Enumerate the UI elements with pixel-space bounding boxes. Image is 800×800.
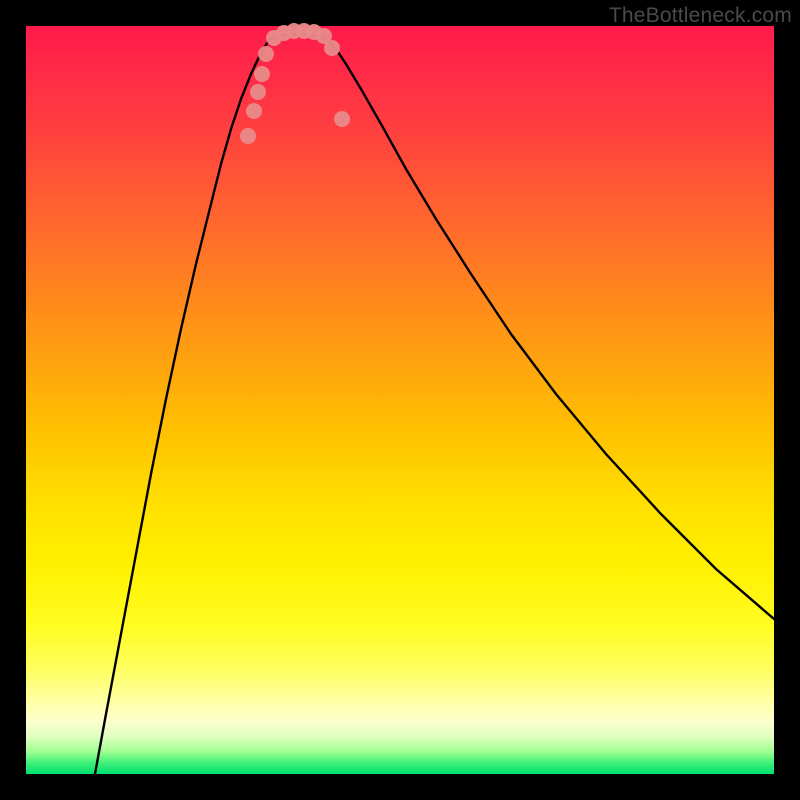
curve-left-branch [95,39,270,774]
plot-area [26,26,774,774]
marker-dot [254,66,270,82]
watermark-text: TheBottleneck.com [609,4,792,28]
marker-dot [240,128,256,144]
marker-dot [334,111,350,127]
marker-dot [258,46,274,62]
marker-dot [250,84,266,100]
marker-dot [324,40,340,56]
curve-layer [26,26,774,774]
curve-right-branch [326,39,774,619]
marker-dot [246,103,262,119]
chart-frame: TheBottleneck.com [0,0,800,800]
